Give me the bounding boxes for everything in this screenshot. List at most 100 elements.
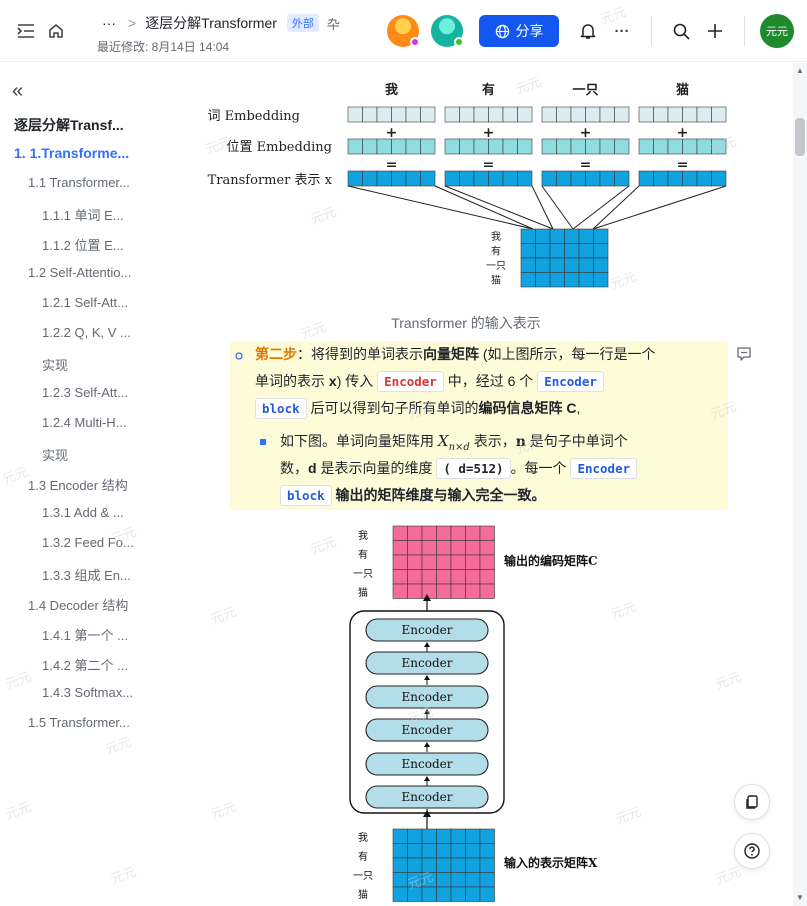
doc-title[interactable]: 逐层分解Transformer (145, 13, 277, 33)
matrix-cell (465, 843, 481, 859)
home-icon[interactable] (44, 19, 68, 43)
matrix-cell (405, 170, 421, 187)
toc-item[interactable]: 1.2 Self-Attentio... (28, 265, 148, 280)
matrix-cell (479, 843, 495, 859)
toc-item[interactable]: 1.3.1 Add & ... (42, 505, 148, 520)
share-button[interactable]: 分享 (479, 15, 559, 47)
breadcrumb: ··· > 逐层分解Transformer 外部 卆 (102, 13, 340, 33)
matrix-cell (465, 857, 481, 873)
text-span: , (576, 400, 581, 416)
matrix-cell (459, 138, 475, 155)
matrix-cell (711, 170, 727, 187)
matrix-cell (405, 106, 421, 123)
user-avatar[interactable]: 元元 (760, 14, 794, 48)
search-icon[interactable] (669, 19, 693, 43)
matrix-cell (407, 857, 423, 873)
pin-icon[interactable]: 卆 (327, 14, 340, 33)
matrix-cell (405, 138, 421, 155)
matrix-cell (450, 525, 466, 541)
toc-item[interactable]: 1.5 Transformer... (28, 715, 148, 730)
more-icon[interactable]: ··· (610, 19, 634, 43)
toc-item[interactable]: 1.1.1 单词 E... (42, 205, 148, 224)
toc-item-active[interactable]: 1. 1.Transforme... (14, 145, 149, 161)
matrix-cell (392, 828, 408, 844)
matrix-cell (556, 106, 572, 123)
toc-item[interactable]: 1.4.1 第一个 ... (42, 625, 148, 644)
word-label: 有 (482, 82, 495, 98)
matrix-cell (653, 106, 669, 123)
matrix-cell (407, 583, 423, 599)
scrollbar[interactable] (793, 63, 807, 906)
matrix-cell (421, 828, 437, 844)
toc-item[interactable]: 逐层分解Transf... (14, 115, 149, 135)
matrix-cell (578, 257, 594, 273)
matrix-cell (570, 138, 586, 155)
matrix-cell (638, 170, 654, 187)
toc-item[interactable]: 1.2.4 Multi-H... (42, 415, 148, 430)
math-symbol: Xn×d (438, 432, 470, 453)
breadcrumb-more[interactable]: ··· (102, 15, 116, 31)
toc-item[interactable]: 1.2.1 Self-Att... (42, 295, 148, 310)
scroll-down-icon[interactable]: ▼ (796, 893, 804, 902)
toc-item[interactable]: 实现 (42, 445, 148, 464)
connector-line (347, 185, 534, 230)
toc-item[interactable]: 1.4.3 Softmax... (42, 685, 148, 700)
toc-item[interactable]: 1.3 Encoder 结构 (28, 475, 148, 494)
text-span: 。每一个 (510, 460, 571, 476)
scroll-up-icon[interactable]: ▲ (796, 66, 804, 75)
encoder-label: Encoder (402, 790, 453, 804)
matrix-cell (667, 106, 683, 123)
plus-sign: + (580, 125, 592, 141)
transformer-repr-vector (347, 170, 436, 187)
matrix-cell (436, 857, 452, 873)
word-embedding-vector (541, 106, 630, 123)
matrix-cell (407, 554, 423, 570)
text-span: n (515, 434, 526, 450)
matrix-cell (421, 843, 437, 859)
matrix-cell (593, 272, 609, 288)
sidebar-toggle-icon[interactable] (14, 19, 38, 43)
collapse-toc-icon[interactable]: « (12, 80, 23, 103)
matrix-row-label: 有 (491, 245, 501, 258)
toc-item[interactable]: 1.3.2 Feed Fo... (42, 535, 148, 550)
bullet-square-icon (260, 439, 266, 445)
matrix-cell (407, 569, 423, 585)
encoder-label: Encoder (402, 656, 453, 670)
matrix-cell (436, 583, 452, 599)
toc-item[interactable]: 1.3.3 组成 En... (42, 565, 148, 584)
toc-item[interactable]: 1.4.2 第二个 ... (42, 655, 148, 674)
toc-item[interactable]: 1.1 Transformer... (28, 175, 148, 190)
matrix-cell (465, 886, 481, 902)
toc-item[interactable]: 实现 (42, 355, 148, 374)
matrix-cell (517, 170, 533, 187)
help-icon[interactable] (734, 833, 770, 869)
matrix-cell (541, 138, 557, 155)
matrix-cell (614, 106, 630, 123)
matrix-cell (479, 872, 495, 888)
matrix-cell (436, 569, 452, 585)
matrix-cell (420, 170, 436, 187)
matrix-cell (593, 228, 609, 244)
scrollbar-thumb[interactable] (795, 118, 805, 156)
matrix-cell (376, 138, 392, 155)
comment-icon[interactable] (736, 346, 754, 362)
text-span: x (328, 373, 337, 389)
matrix-cell (459, 106, 475, 123)
matrix-cell (465, 872, 481, 888)
plus-icon[interactable] (703, 19, 727, 43)
matrix-cell (578, 243, 594, 259)
matrix-cell (502, 138, 518, 155)
toc-item[interactable]: 1.4 Decoder 结构 (28, 595, 148, 614)
connector-line (592, 185, 727, 230)
matrix-cell (392, 569, 408, 585)
text-span: 如下图。单词向量矩阵用 (280, 433, 438, 449)
encoder-label: Encoder (402, 623, 453, 637)
copy-doc-icon[interactable] (734, 784, 770, 820)
matrix-cell (465, 554, 481, 570)
matrix-cell (549, 228, 565, 244)
toc-item[interactable]: 1.2.2 Q, K, V ... (42, 325, 148, 340)
bell-icon[interactable] (576, 19, 600, 43)
toc-item[interactable]: 1.1.2 位置 E... (42, 235, 148, 254)
toc-item[interactable]: 1.2.3 Self-Att... (42, 385, 148, 400)
matrix-cell (564, 243, 580, 259)
